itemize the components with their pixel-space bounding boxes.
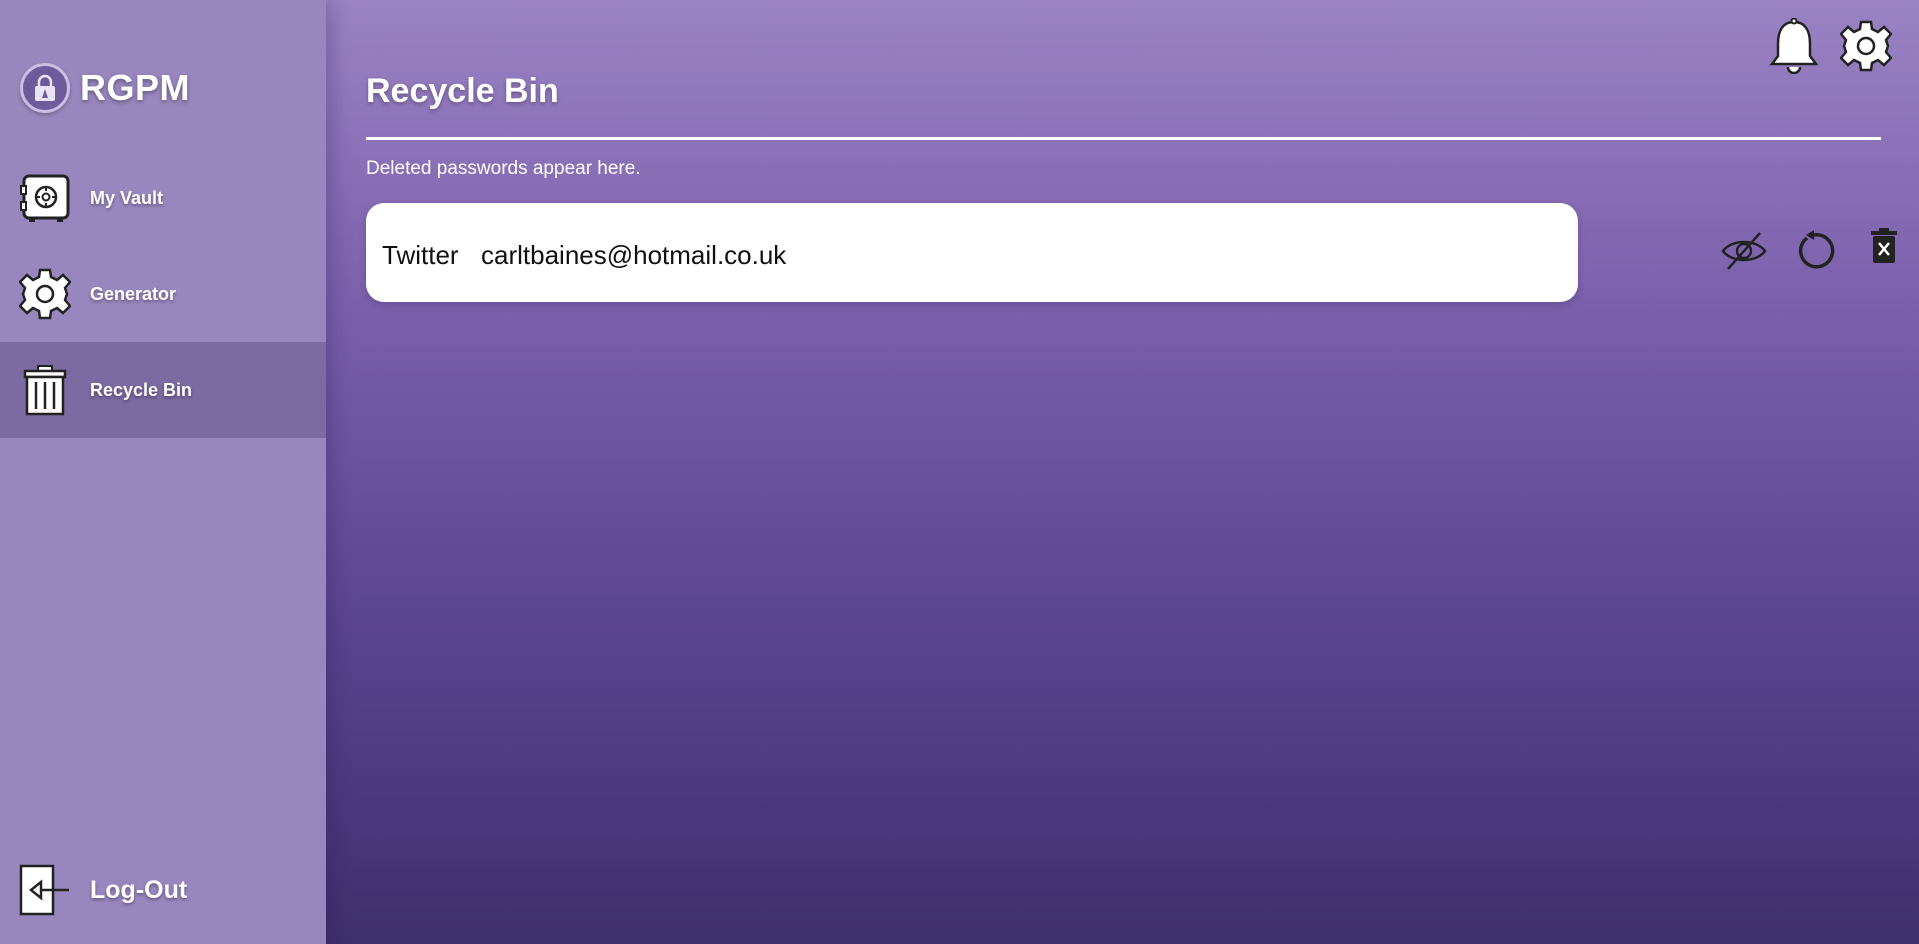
logout-label: Log-Out [90, 875, 188, 904]
entry-site-name: Twitter [382, 240, 459, 270]
delete-forever-icon [1869, 227, 1899, 269]
logout-icon [19, 864, 71, 916]
page-title: Recycle Bin [366, 72, 559, 110]
sidebar-item-recycle-bin[interactable]: Recycle Bin [0, 342, 326, 438]
gear-icon [19, 268, 71, 320]
notifications-button[interactable] [1766, 17, 1822, 79]
vault-icon [19, 172, 71, 224]
sidebar-item-label: Generator [90, 283, 177, 304]
bell-icon [1769, 17, 1819, 79]
entry-email: carltbaines@hotmail.co.uk [481, 240, 787, 270]
page-subtitle: Deleted passwords appear here. [366, 158, 641, 179]
restore-button[interactable] [1789, 228, 1839, 278]
restore-icon [1792, 229, 1836, 278]
sidebar-item-generator[interactable]: Generator [0, 246, 326, 342]
sidebar-item-my-vault[interactable]: My Vault [0, 150, 326, 246]
show-password-button[interactable] [1719, 228, 1769, 278]
sidebar-item-label: Recycle Bin [90, 379, 193, 400]
title-divider [366, 137, 1881, 140]
settings-gear-icon [1839, 20, 1893, 77]
eye-slash-icon [1720, 229, 1768, 278]
sidebar-item-label: My Vault [90, 187, 164, 208]
sidebar: RGPM My Vault Generator Recycle Bin Log-… [0, 0, 326, 944]
brand: RGPM [20, 63, 190, 113]
deleted-password-entry: Twitter carltbaines@hotmail.co.uk [366, 203, 1897, 302]
logout-button[interactable]: Log-Out [0, 862, 326, 918]
trash-icon [19, 364, 71, 416]
delete-forever-button[interactable] [1859, 223, 1909, 273]
settings-button[interactable] [1838, 18, 1894, 78]
brand-name: RGPM [80, 67, 190, 108]
brand-logo-icon [20, 63, 70, 113]
